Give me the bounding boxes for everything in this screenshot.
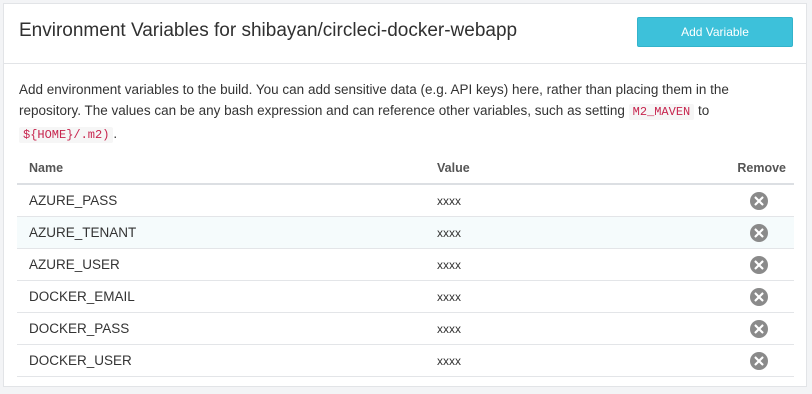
column-header-value: Value [437,161,470,175]
table-row: DOCKER_EMAIL xxxx [17,281,794,313]
table-row: DOCKER_USER xxxx [17,345,794,377]
variable-name: DOCKER_PASS [29,321,130,336]
description-text: Add environment variables to the build. … [19,82,729,118]
variable-name: DOCKER_EMAIL [29,289,135,304]
variable-name: AZURE_USER [29,257,120,272]
table-header: Name Value Remove [17,153,794,185]
close-circle-icon [750,224,768,242]
variable-value: xxxx [437,290,461,304]
panel-header: Environment Variables for shibayan/circl… [4,4,806,64]
close-circle-icon [750,192,768,210]
close-circle-icon [750,288,768,306]
variable-value: xxxx [437,226,461,240]
description-text-end: . [113,126,118,141]
table-row: AZURE_PASS xxxx [17,185,794,217]
remove-variable-button[interactable] [750,352,768,370]
variable-value: xxxx [437,354,461,368]
variable-name: AZURE_PASS [29,193,118,208]
table-row: AZURE_TENANT xxxx [17,217,794,249]
variable-name: DOCKER_USER [29,353,132,368]
remove-variable-button[interactable] [750,224,768,242]
close-circle-icon [750,256,768,274]
variable-value: xxxx [437,194,461,208]
remove-variable-button[interactable] [750,288,768,306]
close-circle-icon [750,352,768,370]
table-body: AZURE_PASS xxxx AZURE_TENANT xxxx AZURE_USER… [17,185,794,377]
variable-name: AZURE_TENANT [29,225,137,240]
code-snippet-var: M2_MAVEN [628,104,695,120]
column-header-remove: Remove [737,161,786,175]
close-circle-icon [750,320,768,338]
variable-value: xxxx [437,322,461,336]
description-text-to: to [698,103,710,118]
description: Add environment variables to the build. … [19,79,794,146]
env-variables-panel: Environment Variables for shibayan/circl… [3,3,807,387]
remove-variable-button[interactable] [750,256,768,274]
page-title: Environment Variables for shibayan/circl… [19,20,518,41]
table-row: DOCKER_PASS xxxx [17,313,794,345]
variable-value: xxxx [437,258,461,272]
column-header-name: Name [29,161,64,175]
remove-variable-button[interactable] [750,192,768,210]
remove-variable-button[interactable] [750,320,768,338]
env-variables-table: Name Value Remove AZURE_PASS xxxx AZURE_TE… [17,153,794,377]
table-row: AZURE_USER xxxx [17,249,794,281]
code-snippet-value: ${HOME}/.m2) [19,127,114,143]
add-variable-button[interactable]: Add Variable [637,17,793,47]
